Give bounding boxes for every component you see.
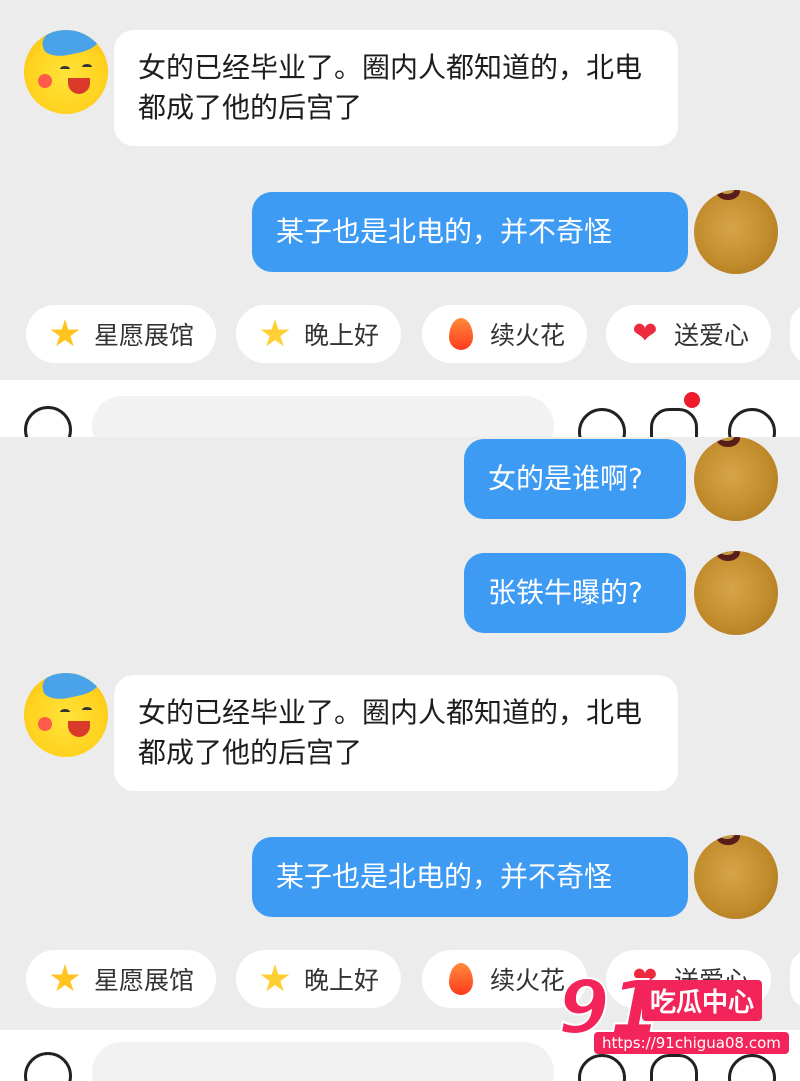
quick-reply-chip[interactable]: 星愿展馆 xyxy=(26,950,217,1008)
watermark-brand: 吃瓜中心 xyxy=(642,980,763,1021)
quick-reply-chip-overflow[interactable] xyxy=(790,305,800,363)
my-avatar[interactable] xyxy=(694,437,778,521)
my-avatar[interactable] xyxy=(694,835,778,919)
plus-icon[interactable] xyxy=(728,408,776,437)
message-outgoing[interactable]: 某子也是北电的，并不奇怪 xyxy=(252,837,688,917)
fire-icon xyxy=(444,962,478,996)
quick-reply-chip[interactable]: 晚上好 xyxy=(236,305,402,363)
message-outgoing[interactable]: 张铁牛曝的? xyxy=(464,553,686,633)
chip-label: 送爱心 xyxy=(674,321,750,350)
message-text: 某子也是北电的，并不奇怪 xyxy=(276,215,613,248)
quick-reply-chip[interactable]: ❤ 送爱心 xyxy=(606,305,772,363)
message-text: 女的已经毕业了。圈内人都知道的，北电都成了他的后宫了 xyxy=(138,51,643,124)
message-text: 某子也是北电的，并不奇怪 xyxy=(276,860,613,893)
star-icon xyxy=(48,962,82,996)
my-avatar[interactable] xyxy=(694,190,778,274)
message-text: 女的已经毕业了。圈内人都知道的，北电都成了他的后宫了 xyxy=(138,696,643,769)
star-icon xyxy=(48,317,82,351)
star-face-icon xyxy=(258,317,292,351)
contact-avatar[interactable] xyxy=(24,30,108,114)
contact-avatar[interactable] xyxy=(24,673,108,757)
message-input[interactable] xyxy=(92,396,554,437)
input-bar xyxy=(0,380,800,437)
chip-label: 晚上好 xyxy=(304,321,380,350)
message-incoming[interactable]: 女的已经毕业了。圈内人都知道的，北电都成了他的后宫了 xyxy=(114,675,678,791)
chip-label: 星愿展馆 xyxy=(94,321,195,350)
message-text: 女的是谁啊? xyxy=(488,462,643,495)
my-avatar[interactable] xyxy=(694,551,778,635)
message-incoming[interactable]: 女的已经毕业了。圈内人都知道的，北电都成了他的后宫了 xyxy=(114,30,678,146)
message-outgoing[interactable]: 某子也是北电的，并不奇怪 xyxy=(252,192,688,272)
fire-icon xyxy=(444,317,478,351)
chip-label: 晚上好 xyxy=(304,966,380,995)
voice-icon[interactable] xyxy=(24,406,72,437)
quick-reply-chip[interactable]: 星愿展馆 xyxy=(26,305,217,363)
message-input[interactable] xyxy=(92,1042,554,1081)
quick-reply-chip[interactable]: 晚上好 xyxy=(236,950,402,1008)
sticker-icon[interactable] xyxy=(650,408,698,437)
message-outgoing[interactable]: 女的是谁啊? xyxy=(464,439,686,519)
chip-label: 续火花 xyxy=(490,966,566,995)
chat-panel-top: 女的已经毕业了。圈内人都知道的，北电都成了他的后宫了 某子也是北电的，并不奇怪 … xyxy=(0,0,800,380)
watermark: 91 吃瓜中心 https://91chigua08.com xyxy=(557,967,789,1064)
message-text: 张铁牛曝的? xyxy=(488,576,643,609)
chip-label: 星愿展馆 xyxy=(94,966,195,995)
chip-label: 续火花 xyxy=(490,321,566,350)
voice-icon[interactable] xyxy=(24,1052,72,1081)
emoji-icon[interactable] xyxy=(578,408,626,437)
star-face-icon xyxy=(258,962,292,996)
quick-reply-chip-overflow[interactable] xyxy=(790,950,800,1008)
heart-icon: ❤ xyxy=(632,316,658,351)
watermark-url: https://91chigua08.com xyxy=(594,1032,789,1054)
quick-reply-chip[interactable]: 续火花 xyxy=(422,305,588,363)
notification-dot xyxy=(684,392,700,408)
